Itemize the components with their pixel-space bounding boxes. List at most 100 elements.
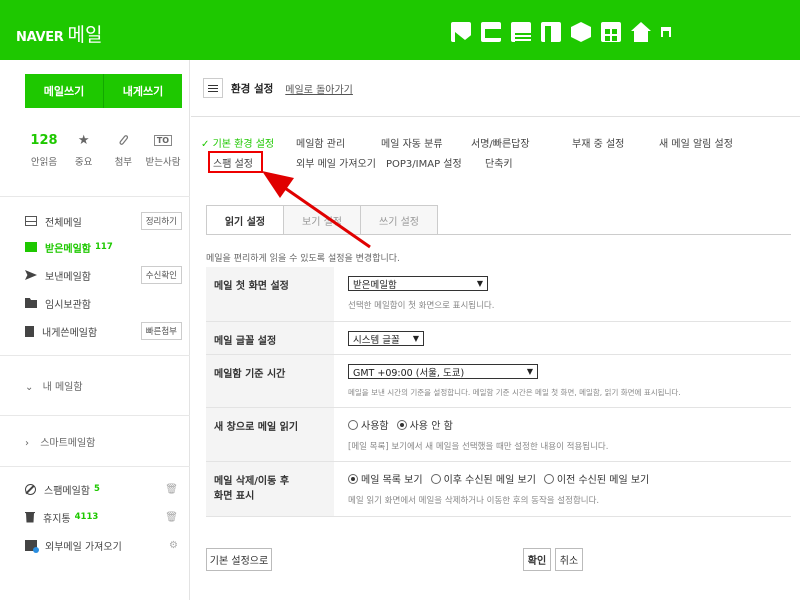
organize-button[interactable]: 정리하기 [140,212,182,230]
quick-attachment[interactable]: 첨부 [104,132,142,168]
menu-pop-imap[interactable]: POP3/IMAP 설정 [386,155,462,170]
my-mailbox-toggle[interactable]: ⌄ 내 메일함 [25,378,83,393]
empty-trash-icon[interactable]: 🗑 [165,512,178,523]
service-icon-bar [451,22,671,46]
back-to-mail-link[interactable]: 메일로 돌아가기 [285,81,353,96]
setting-label: 새 창으로 메일 읽기 [206,408,334,461]
cancel-button[interactable]: 취소 [555,548,583,571]
radio-circle-selected [348,473,358,484]
note-icon[interactable] [541,22,561,46]
tab-view-settings[interactable]: 보기 설정 [283,205,361,235]
setting-timezone: 메일함 기준 시간 GMT +09:00 (서울, 도쿄) ▼ 메일을 보낸 시… [206,355,791,408]
quick-attach-button[interactable]: 빠른첨부 [140,322,182,340]
hexagon-icon[interactable] [571,22,591,42]
chevron-down-icon: ▼ [476,279,483,288]
unread-label: 안읽음 [30,157,58,168]
radio-next-mail[interactable]: 이후 수신된 메일 보기 [430,471,536,486]
read-receipt-button[interactable]: 수신확인 [140,266,182,284]
to-badge-icon: TO [144,132,182,148]
quick-filters: 128 안읽음 ★ 중요 첨부 TO 받는사람 [25,132,182,169]
reset-defaults-button[interactable]: 기본 설정으로 [206,548,272,571]
menu-shortcut[interactable]: 단축키 [485,155,513,170]
chevron-down-icon: ⌄ [25,382,34,393]
tab-read-settings[interactable]: 읽기 설정 [206,205,284,235]
radio-circle [348,419,358,430]
menu-mailbox-manage[interactable]: 메일함 관리 [296,135,345,150]
divider [0,355,190,356]
trash-can-icon[interactable]: 🗑 [165,484,178,495]
radio-not-use[interactable]: 사용 안 함 [396,417,453,432]
setting-label: 메일 첫 화면 설정 [206,267,334,321]
setting-label-line2: 화면 표시 [214,491,255,502]
naver-mail-logo[interactable]: NAVER 메일 [16,20,102,47]
menu-absence[interactable]: 부재 중 설정 [572,135,624,150]
mailbox-spam-label: 스팸메일함 [44,485,90,497]
settings-main: 환경 설정 메일로 돌아가기 ✓ 기본 환경 설정 메일함 관리 메일 자동 분… [191,60,800,600]
write-buttons: 메일쓰기 내게쓰기 [25,74,182,108]
radio-list-view[interactable]: 메일 목록 보기 [348,471,423,486]
setting-hint: 메일 읽기 화면에서 메일을 삭제하거나 이동한 후의 동작을 설정합니다. [348,496,600,506]
trash-count: 4113 [74,512,99,522]
top-header: NAVER 메일 [0,0,800,60]
smart-mailbox-toggle[interactable]: › 스마트메일함 [25,434,95,449]
memo-icon [25,325,34,337]
page-title: 환경 설정 [231,82,274,95]
radio-use[interactable]: 사용함 [348,417,389,432]
highlight-box [208,151,263,173]
mailbox-inbox[interactable]: 받은메일함 117 [25,238,182,256]
radio-prev-mail[interactable]: 이전 수신된 메일 보기 [543,471,650,486]
write-mail-button[interactable]: 메일쓰기 [25,74,103,108]
mailbox-sent[interactable]: 보낸메일함 수신확인 [25,266,182,284]
mailbox-trash[interactable]: 휴지통 4113 🗑 [25,508,182,526]
confirm-button[interactable]: 확인 [523,548,551,571]
contacts-icon[interactable] [601,22,621,42]
mailbox-self[interactable]: 내게쓴메일함 빠른첨부 [25,322,182,340]
smart-mailbox-label: 스마트메일함 [40,438,96,449]
tab-write-settings[interactable]: 쓰기 설정 [360,205,438,235]
menu-external-fetch[interactable]: 외부 메일 가져오기 [296,155,376,170]
menu-signature[interactable]: 서명/빠른답장 [471,135,530,150]
radio-label: 메일 목록 보기 [361,475,423,486]
home-icon[interactable] [631,22,651,42]
mailbox-spam[interactable]: 스팸메일함 5 🗑 [25,480,182,498]
inbox-count: 117 [95,242,113,252]
mailbox-all[interactable]: 전체메일 정리하기 [25,212,182,230]
menu-basic-label: 기본 환경 설정 [212,139,275,150]
select-value: GMT +09:00 (서울, 도쿄) [353,367,465,379]
settings-tabs: 읽기 설정 보기 설정 쓰기 설정 [206,205,438,235]
mailbox-drafts[interactable]: 임시보관함 [25,294,182,312]
write-to-self-button[interactable]: 내게쓰기 [103,74,182,108]
divider [0,415,190,416]
envelope-icon [25,216,37,226]
new-window-radio-group: 사용함 사용 안 함 [348,417,791,432]
font-select[interactable]: 시스템 글꼴 ▼ [348,331,424,346]
hamburger-menu-icon[interactable] [203,78,223,98]
timezone-select[interactable]: GMT +09:00 (서울, 도쿄) ▼ [348,364,538,379]
menu-auto-sort[interactable]: 메일 자동 분류 [381,135,443,150]
square-icon[interactable] [661,27,671,37]
external-mail-fetch[interactable]: 외부메일 가져오기 ⚙ [25,536,182,554]
send-icon [25,270,37,280]
quick-important[interactable]: ★ 중요 [65,132,103,169]
menu-basic-settings[interactable]: ✓ 기본 환경 설정 [201,135,274,150]
mailbox-icon[interactable] [451,22,475,46]
radio-label: 이전 수신된 메일 보기 [556,475,650,486]
mailbox-all-label: 전체메일 [45,217,82,229]
first-screen-select[interactable]: 받은메일함 ▼ [348,276,488,291]
setting-hint: 메일을 보낸 시간의 기준을 설정합니다. 메일함 기준 시간은 메일 첫 화면… [348,388,681,397]
gear-icon[interactable]: ⚙ [169,540,178,551]
important-label: 중요 [74,157,93,168]
radio-circle-selected [396,419,407,430]
quick-unread[interactable]: 128 안읽음 [25,132,63,169]
setting-hint: 선택한 메일함이 첫 화면으로 표시됩니다. [348,301,495,311]
mailbox-inbox-label: 받은메일함 [45,243,91,255]
folder-icon [25,298,37,308]
settings-description: 메일을 편리하게 읽을 수 있도록 설정을 변경합니다. [206,254,400,264]
radio-label: 사용 안 함 [409,421,453,432]
quick-to-me[interactable]: TO 받는사람 [144,132,182,168]
list-icon[interactable] [511,22,535,42]
unread-count: 128 [30,132,58,148]
inbox-icon [25,242,37,252]
calendar-icon[interactable] [481,22,505,42]
menu-new-mail-alert[interactable]: 새 메일 알림 설정 [659,135,733,150]
